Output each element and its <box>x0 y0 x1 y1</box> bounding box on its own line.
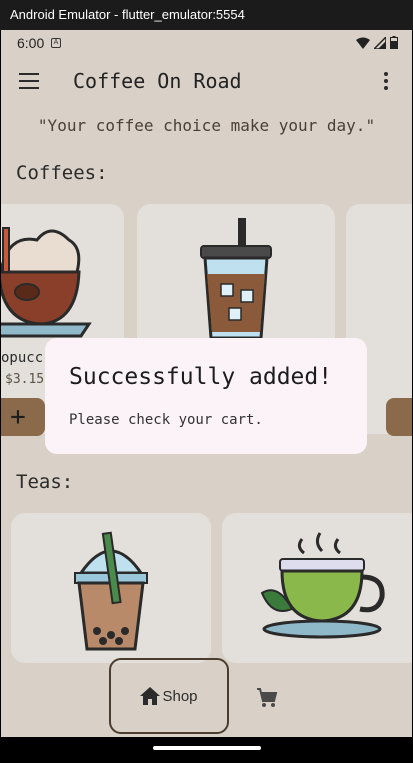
success-dialog: Successfully added! Please check your ca… <box>45 338 367 454</box>
phone-screen: 6:00 A Coffee On Road "Your coffee choic… <box>1 30 412 760</box>
home-gesture-handle[interactable] <box>153 746 261 750</box>
system-navigation-bar <box>1 737 412 760</box>
dialog-title: Successfully added! <box>69 364 333 390</box>
dialog-message: Please check your cart. <box>69 412 263 428</box>
emulator-window-title: Android Emulator - flutter_emulator:5554 <box>0 0 413 30</box>
